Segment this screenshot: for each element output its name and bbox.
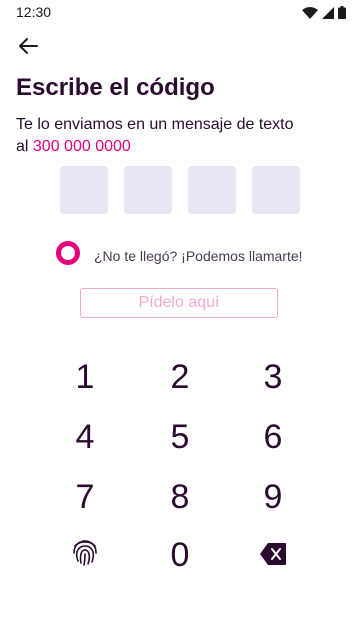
code-digit-2[interactable] — [124, 166, 172, 214]
code-digit-1[interactable] — [60, 166, 108, 214]
key-1[interactable]: 1 — [45, 350, 125, 404]
code-digit-4[interactable] — [252, 166, 300, 214]
fingerprint-button[interactable] — [45, 528, 125, 582]
callback-row: ¿No te llegó? ¡Podemos llamarte! — [55, 240, 303, 271]
wifi-icon — [302, 6, 318, 24]
key-5[interactable]: 5 — [140, 410, 220, 464]
fingerprint-icon — [71, 536, 99, 575]
signal-icon — [322, 6, 334, 24]
status-time: 12:30 — [16, 4, 52, 20]
subtitle: Te lo enviamos en un mensaje de texto al… — [16, 114, 336, 158]
key-7[interactable]: 7 — [45, 470, 125, 524]
backspace-button[interactable] — [233, 528, 313, 582]
subtitle-line1: Te lo enviamos en un mensaje de texto — [16, 116, 294, 133]
key-2[interactable]: 2 — [140, 350, 220, 404]
key-9[interactable]: 9 — [233, 470, 313, 524]
battery-icon — [338, 6, 346, 24]
phone-number: 300 000 0000 — [32, 138, 131, 155]
back-button[interactable] — [12, 34, 44, 62]
key-6[interactable]: 6 — [233, 410, 313, 464]
page-title: Escribe el código — [16, 74, 215, 101]
key-8[interactable]: 8 — [140, 470, 220, 524]
key-4[interactable]: 4 — [45, 410, 125, 464]
subtitle-prefix: al — [16, 138, 29, 155]
key-3[interactable]: 3 — [233, 350, 313, 404]
backspace-icon — [259, 536, 287, 575]
loading-ring-icon — [55, 240, 81, 271]
key-0[interactable]: 0 — [140, 528, 220, 582]
code-digit-3[interactable] — [188, 166, 236, 214]
status-bar: 12:30 — [0, 0, 360, 24]
status-icons — [302, 6, 346, 24]
callback-text: ¿No te llegó? ¡Podemos llamarte! — [94, 247, 303, 264]
code-input-row — [60, 166, 300, 214]
request-call-button[interactable]: Pídelo aquí — [80, 288, 278, 318]
arrow-left-icon — [18, 37, 38, 60]
